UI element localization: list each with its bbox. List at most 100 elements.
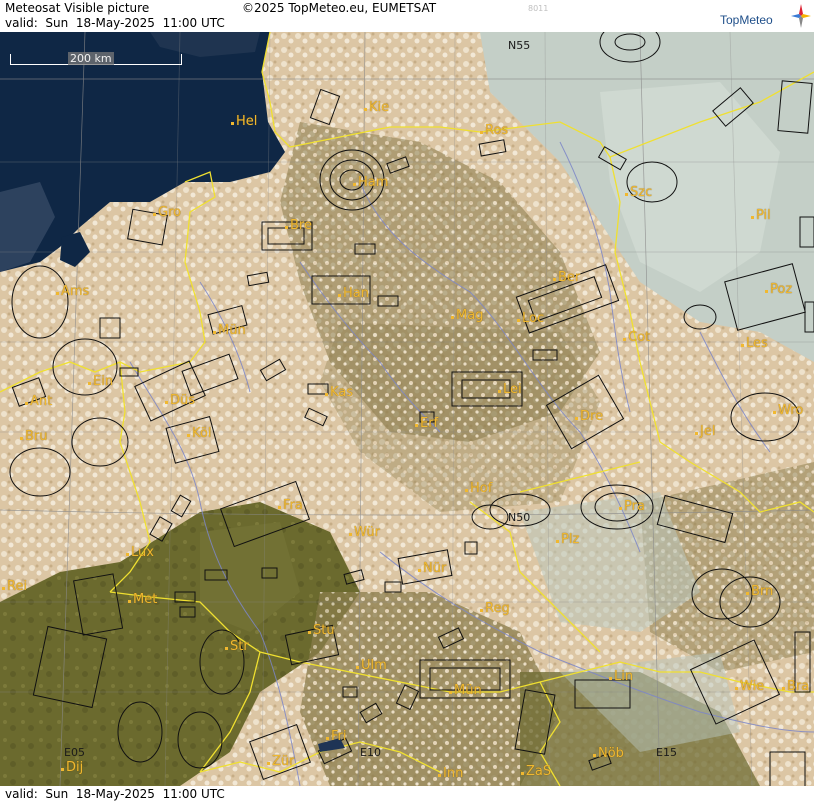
valid-time-top: valid: Sun 18-May-2025 11:00 UTC bbox=[5, 16, 225, 30]
city-marker bbox=[521, 772, 524, 775]
city-marker bbox=[278, 506, 281, 509]
city-marker bbox=[153, 213, 156, 216]
city-label: Kie bbox=[364, 100, 389, 115]
topmeteo-logo[interactable]: TopMeteo bbox=[720, 2, 812, 30]
city-label: ZaS bbox=[521, 764, 551, 779]
city-marker bbox=[415, 424, 418, 427]
city-label: Ant bbox=[25, 394, 52, 409]
city-marker bbox=[746, 592, 749, 595]
city-label: Nöb bbox=[593, 746, 624, 761]
city-marker bbox=[741, 344, 744, 347]
city-label: Met bbox=[128, 592, 157, 607]
city-marker bbox=[20, 437, 23, 440]
copyright-text: ©2025 TopMeteo.eu, EUMETSAT bbox=[242, 1, 437, 15]
city-marker bbox=[765, 290, 768, 293]
city-marker bbox=[593, 754, 596, 757]
scale-bar: 200 km bbox=[10, 52, 182, 70]
city-label: Brn bbox=[746, 584, 773, 599]
city-label: Wro bbox=[773, 403, 803, 418]
city-marker bbox=[61, 768, 64, 771]
city-label: Ber bbox=[553, 270, 580, 285]
city-label: Poz bbox=[765, 282, 792, 297]
city-label: Wür bbox=[349, 525, 380, 540]
scale-bar-label: 200 km bbox=[68, 52, 114, 65]
valid-time-bottom: valid: Sun 18-May-2025 11:00 UTC bbox=[5, 787, 225, 801]
city-marker bbox=[2, 587, 5, 590]
city-marker bbox=[418, 569, 421, 572]
city-marker bbox=[438, 774, 441, 777]
city-marker bbox=[480, 131, 483, 134]
city-label: Nür bbox=[418, 561, 446, 576]
city-marker bbox=[619, 507, 622, 510]
city-label: Kas bbox=[325, 385, 353, 400]
city-marker bbox=[285, 226, 288, 229]
city-marker bbox=[267, 762, 270, 765]
grid-label-e10: E10 bbox=[360, 746, 381, 759]
city-label: Ulm bbox=[356, 658, 387, 673]
grid-label-n55: N55 bbox=[508, 39, 531, 52]
city-marker bbox=[25, 402, 28, 405]
city-marker bbox=[356, 666, 359, 669]
city-label: Ams bbox=[56, 284, 89, 299]
city-marker bbox=[353, 183, 356, 186]
city-label: Loc bbox=[517, 311, 544, 326]
city-marker bbox=[449, 691, 452, 694]
city-label: Zür bbox=[267, 754, 295, 769]
city-label: Bru bbox=[20, 429, 48, 444]
grid-label-e05: E05 bbox=[64, 746, 85, 759]
city-label: Ham bbox=[353, 175, 388, 190]
city-marker bbox=[308, 631, 311, 634]
city-marker bbox=[451, 316, 454, 319]
city-marker bbox=[556, 540, 559, 543]
city-label: Stu bbox=[308, 623, 335, 638]
city-label: Cot bbox=[623, 330, 650, 345]
city-marker bbox=[325, 393, 328, 396]
city-marker bbox=[126, 553, 129, 556]
city-marker bbox=[625, 193, 628, 196]
city-label: Lei bbox=[498, 382, 522, 397]
city-marker bbox=[517, 319, 520, 322]
city-label: Dre bbox=[575, 409, 603, 424]
city-label: Lin bbox=[609, 669, 633, 684]
city-marker bbox=[773, 411, 776, 414]
compass-star-icon bbox=[791, 4, 811, 28]
satellite-map[interactable]: 200 km N55 N50 E05 E10 E15 Hel Kie Ros H… bbox=[0, 32, 814, 786]
logo-text: TopMeteo bbox=[720, 13, 773, 27]
city-label: Mün bbox=[449, 683, 482, 698]
city-marker bbox=[231, 122, 234, 125]
product-title: Meteosat Visible picture bbox=[5, 1, 150, 15]
city-label: Les bbox=[741, 336, 768, 351]
city-label: Szc bbox=[625, 185, 652, 200]
footer-bar: valid: Sun 18-May-2025 11:00 UTC bbox=[0, 786, 814, 801]
city-marker bbox=[88, 382, 91, 385]
city-marker bbox=[165, 401, 168, 404]
city-label: Plz bbox=[556, 532, 579, 547]
grid-label-e15: E15 bbox=[656, 746, 677, 759]
city-label: Jel bbox=[695, 424, 715, 439]
city-label: Str bbox=[225, 639, 249, 654]
city-marker bbox=[575, 417, 578, 420]
city-label: Pra bbox=[619, 499, 645, 514]
city-marker bbox=[782, 687, 785, 690]
city-label: Ein bbox=[88, 374, 113, 389]
city-label: Lux bbox=[126, 545, 154, 560]
city-marker bbox=[498, 390, 501, 393]
city-marker bbox=[609, 677, 612, 680]
meteosat-viewer: Meteosat Visible picture ©2025 TopMeteo.… bbox=[0, 0, 814, 801]
grid-label-n50: N50 bbox=[508, 511, 531, 524]
city-label: Köl bbox=[187, 426, 211, 441]
city-label: Gro bbox=[153, 205, 181, 220]
city-marker bbox=[480, 609, 483, 612]
city-marker bbox=[623, 338, 626, 341]
city-marker bbox=[187, 434, 190, 437]
city-label: Wie bbox=[735, 679, 764, 694]
city-marker bbox=[465, 489, 468, 492]
city-label: Mün bbox=[213, 323, 246, 338]
city-label: Ros bbox=[480, 123, 508, 138]
city-marker bbox=[338, 294, 341, 297]
city-marker bbox=[225, 647, 228, 650]
city-label: Bre bbox=[285, 218, 312, 233]
city-marker bbox=[128, 600, 131, 603]
header-bar: Meteosat Visible picture ©2025 TopMeteo.… bbox=[0, 0, 814, 32]
city-label: Hof bbox=[465, 481, 492, 496]
